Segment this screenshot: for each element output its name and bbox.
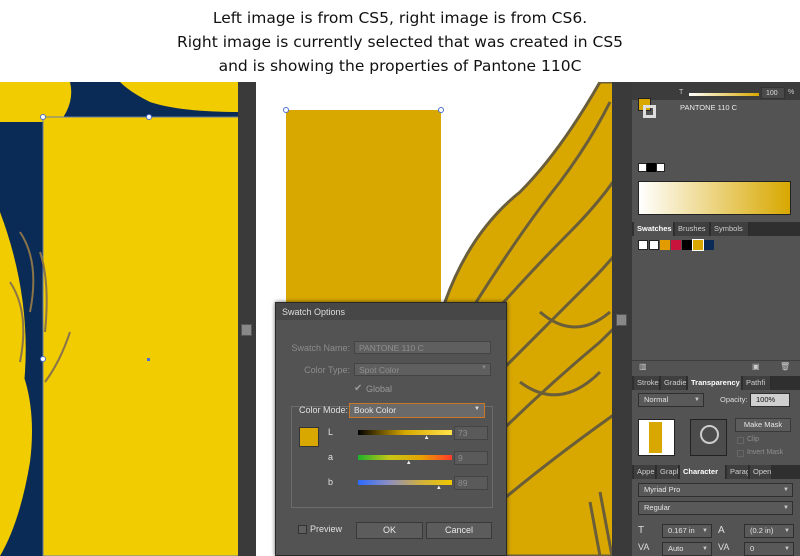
channel-b-label: b [328, 477, 334, 487]
object-thumbnail-fill [649, 422, 662, 453]
opacity-field[interactable]: 100% [750, 393, 790, 407]
right-doc-scrollbar[interactable] [612, 82, 632, 556]
channel-a-value[interactable]: 9 [454, 451, 488, 465]
tracking-icon: VA [718, 542, 730, 552]
swatch-navy[interactable] [704, 240, 714, 250]
kerning-field[interactable]: Auto [662, 542, 712, 556]
channel-l-label: L [328, 427, 334, 437]
color-mode-group: Color Mode: Book Color ▼ L ▲ 73 a ▲ 9 b … [291, 403, 493, 508]
leading-field[interactable]: (0.2 in) [744, 524, 794, 538]
invert-mask-checkbox[interactable] [737, 450, 744, 457]
caption: Left image is from CS5, right image is f… [0, 0, 800, 82]
preview-label: Preview [310, 524, 343, 534]
blend-mode-select[interactable]: Normal [638, 393, 704, 407]
tab-graphic-styles[interactable]: Grapl [657, 465, 679, 479]
tab-pathfinder[interactable]: Pathfi [743, 376, 771, 390]
ok-button[interactable]: OK [356, 522, 423, 539]
tab-character[interactable]: Character [680, 465, 726, 479]
tint-unit: % [788, 89, 795, 96]
channel-l-value[interactable]: 73 [454, 426, 488, 440]
color-mode-label: Color Mode: [299, 405, 349, 415]
global-label: Global [366, 384, 393, 394]
tint-label: T [679, 89, 684, 96]
tracking-field[interactable]: 0 [744, 542, 794, 556]
swatch-library-icon[interactable]: ▥ [639, 362, 647, 371]
swatch-none[interactable] [638, 240, 648, 250]
tab-gradient[interactable]: Gradie [661, 376, 687, 390]
kerning-icon: VA [638, 542, 650, 552]
right-doc-scroll-thumb[interactable] [616, 314, 627, 326]
font-family-select[interactable]: Myriad Pro [638, 483, 793, 497]
swatch-row [638, 239, 714, 251]
tab-swatches[interactable]: Swatches [634, 222, 674, 236]
color-type-label: Color Type: [304, 365, 350, 375]
channel-l-slider[interactable] [358, 430, 452, 435]
caption-line-2: Right image is currently selected that w… [176, 33, 624, 51]
font-size-field[interactable]: 0.167 in [662, 524, 712, 538]
cs5-selected-rect [42, 116, 241, 556]
make-mask-button[interactable]: Make Mask [735, 418, 791, 432]
tab-appearance[interactable]: Appe [634, 465, 656, 479]
cs5-yellow-top-shape [0, 82, 72, 122]
dialog-title[interactable]: Swatch Options [276, 303, 506, 320]
swatch-name-label: Swatch Name: [291, 343, 350, 353]
color-type-select[interactable]: Spot Color [354, 363, 491, 376]
swatch-name-field[interactable]: PANTONE 110 C [354, 341, 491, 354]
tab-brushes[interactable]: Brushes [675, 222, 710, 236]
channel-a-label: a [328, 452, 334, 462]
tab-paragraph[interactable]: Parag [727, 465, 749, 479]
color-type-chevron-icon: ▼ [481, 365, 487, 371]
font-size-icon: T [638, 525, 645, 536]
tint-slider[interactable] [689, 93, 759, 96]
caption-line-1: Left image is from CS5, right image is f… [212, 9, 588, 27]
tab-transparency[interactable]: Transparency [688, 376, 742, 390]
color-mode-select[interactable]: Book Color [349, 403, 485, 418]
clip-label: Clip [747, 436, 760, 443]
cancel-button[interactable]: Cancel [426, 522, 492, 539]
tab-symbols[interactable]: Symbols [711, 222, 749, 236]
delete-swatch-icon[interactable]: 🗑 [780, 362, 790, 371]
swatches-panel-footer [632, 360, 800, 374]
tint-ramp[interactable] [638, 181, 791, 215]
clip-checkbox[interactable] [737, 437, 744, 444]
swatch-options-dialog: Swatch Options Swatch Name: PANTONE 110 … [275, 302, 507, 556]
color-mode-chevron-icon: ▼ [474, 406, 480, 412]
tab-stroke[interactable]: Stroke [634, 376, 660, 390]
white-swatch[interactable] [656, 163, 665, 172]
tab-opentype[interactable]: Open [750, 465, 772, 479]
swatch-red[interactable] [671, 240, 681, 250]
swatch-pantone[interactable] [692, 239, 704, 251]
swatch-name-display: PANTONE 110 C [680, 103, 738, 112]
swatch-black[interactable] [682, 240, 692, 250]
global-checkbox[interactable]: ✔ [354, 383, 362, 394]
right-panels: T 100 % PANTONE 110 C Swatches Brushes S… [632, 82, 800, 556]
left-doc-scroll-thumb[interactable] [241, 324, 252, 336]
swatch-preview-chip [299, 427, 319, 447]
preview-checkbox[interactable] [298, 525, 307, 534]
channel-a-slider-thumb[interactable]: ▲ [406, 460, 412, 466]
left-doc-scrollbar[interactable] [238, 82, 256, 556]
channel-l-slider-thumb[interactable]: ▲ [424, 435, 430, 441]
new-swatch-icon[interactable]: ▣ [752, 362, 760, 371]
leading-icon: A [718, 525, 725, 536]
mask-thumbnail[interactable] [690, 419, 727, 456]
invert-mask-label: Invert Mask [747, 449, 784, 456]
black-swatch[interactable] [647, 163, 656, 172]
font-style-select[interactable]: Regular [638, 501, 793, 515]
swatch-pattern[interactable] [660, 240, 670, 250]
no-mask-icon [700, 425, 719, 444]
channel-b-value[interactable]: 89 [454, 476, 488, 490]
none-swatch[interactable] [638, 163, 647, 172]
caption-line-3: and is showing the properties of Pantone… [218, 57, 582, 75]
object-thumbnail[interactable] [638, 419, 675, 456]
tint-field[interactable]: 100 [761, 87, 785, 99]
stroke-swatch[interactable] [643, 105, 656, 118]
swatch-registration[interactable] [649, 240, 659, 250]
opacity-label: Opacity: [720, 395, 748, 404]
channel-b-slider-thumb[interactable]: ▲ [436, 485, 442, 491]
